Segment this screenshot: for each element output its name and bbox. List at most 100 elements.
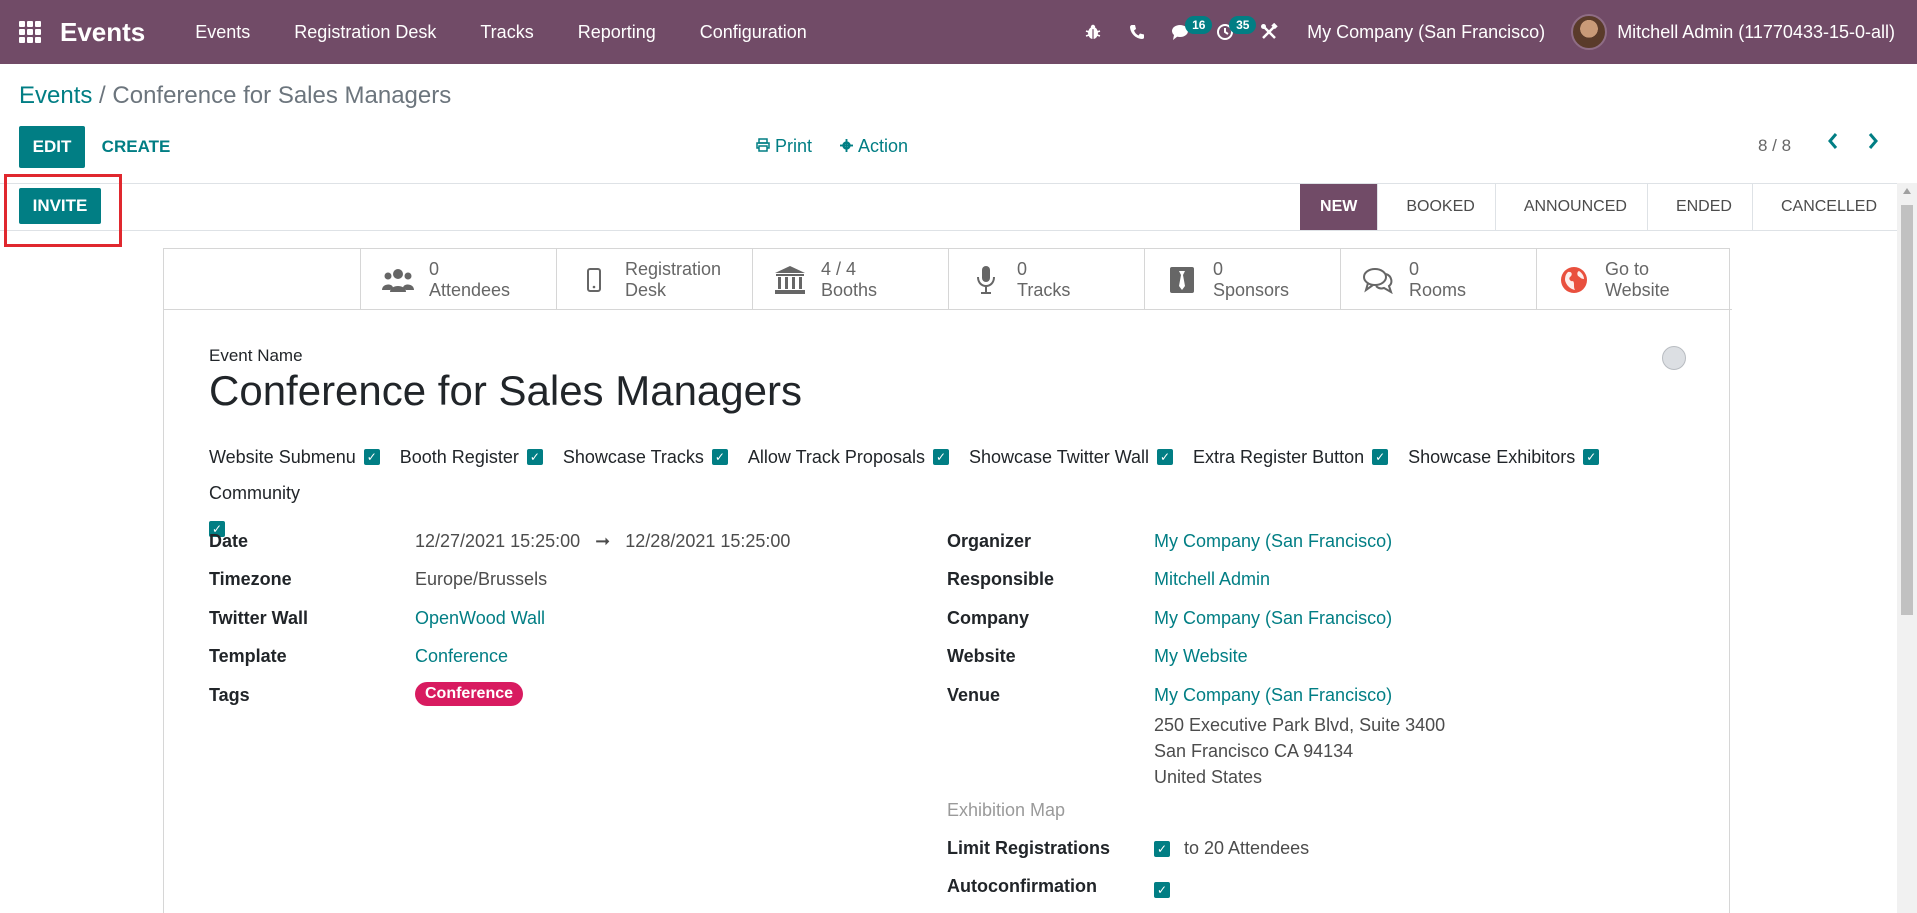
edit-button[interactable]: EDIT — [19, 126, 85, 168]
go-to-website-line1: Go to — [1605, 258, 1650, 279]
top-navbar: Events Events Registration Desk Tracks R… — [0, 0, 1917, 64]
checkbox-community[interactable]: Community — [209, 482, 300, 504]
sponsors-count: 0 — [1213, 258, 1224, 279]
apps-menu-icon[interactable] — [0, 0, 60, 64]
date-end: 12/28/2021 15:25:00 — [625, 531, 791, 551]
print-menu[interactable]: Print — [756, 136, 812, 157]
checkbox-checked-icon[interactable]: ✓ — [1154, 840, 1170, 857]
user-menu[interactable]: Mitchell Admin (11770433-15-0-all) — [1571, 14, 1917, 50]
checkbox-label: Showcase Exhibitors — [1408, 446, 1576, 467]
menu-tracks[interactable]: Tracks — [458, 0, 555, 64]
checkbox-checked-icon[interactable]: ✓ — [363, 449, 380, 465]
checkbox-label: Community — [209, 482, 301, 503]
checkbox-showcase-twitter-wall[interactable]: Showcase Twitter Wall ✓ — [968, 446, 1174, 468]
tracks-count: 0 — [1017, 258, 1028, 279]
autoconfirmation-label: Autoconfirmation — [947, 876, 1097, 896]
attendees-button[interactable]: 0 Attendees — [360, 249, 556, 310]
tag-badge[interactable]: Conference — [415, 682, 524, 706]
bank-icon — [773, 263, 807, 297]
pager-previous-icon[interactable] — [1826, 130, 1840, 158]
breadcrumb: Events / Conference for Sales Managers — [19, 82, 451, 110]
create-button[interactable]: CREATE — [96, 126, 176, 168]
venue-link[interactable]: My Company (San Francisco) — [1154, 685, 1392, 706]
date-start: 12/27/2021 15:25:00 — [415, 531, 581, 551]
menu-reporting[interactable]: Reporting — [556, 0, 678, 64]
bug-icon[interactable] — [1071, 0, 1115, 64]
attendees-label: Attendees — [429, 279, 511, 300]
go-to-website-button[interactable]: Go to Website — [1536, 249, 1732, 310]
smart-button-box: 0 Attendees Registration Desk 4 / 4 Booths … — [360, 249, 1732, 310]
chat-icon[interactable]: 16 — [1159, 0, 1213, 64]
checkbox-checked-icon[interactable]: ✓ — [1157, 449, 1174, 465]
event-name-title[interactable]: Conference for Sales Managers — [209, 367, 802, 415]
rooms-label: Rooms — [1409, 279, 1467, 300]
scroll-up-arrow-icon[interactable] — [1903, 188, 1911, 194]
organizer-label: Organizer — [947, 531, 1032, 551]
sponsor-icon — [1165, 263, 1199, 297]
menu-events[interactable]: Events — [173, 0, 272, 64]
date-field[interactable]: 12/27/2021 15:25:00 ➞ 12/28/2021 15:25:0… — [415, 531, 790, 552]
event-name-label: Event Name — [209, 346, 303, 365]
menu-registration-desk[interactable]: Registration Desk — [272, 0, 458, 64]
template-link[interactable]: Conference — [415, 646, 508, 667]
stage-cancelled[interactable]: CANCELLED — [1751, 184, 1897, 230]
registration-desk-button[interactable]: Registration Desk — [556, 249, 752, 310]
tracks-button[interactable]: 0 Tracks — [948, 249, 1144, 310]
checkbox-checked-icon[interactable]: ✓ — [932, 449, 949, 465]
company-switcher[interactable]: My Company (San Francisco) — [1291, 22, 1571, 43]
autoconfirmation-field[interactable]: ✓ — [1154, 878, 1170, 899]
stage-ended[interactable]: ENDED — [1646, 184, 1752, 230]
scrollbar-thumb[interactable] — [1901, 205, 1913, 615]
checkbox-checked-icon[interactable]: ✓ — [1154, 882, 1170, 898]
checkbox-extra-register-button[interactable]: Extra Register Button ✓ — [1193, 446, 1389, 468]
checkbox-booth-register[interactable]: Booth Register ✓ — [400, 446, 543, 468]
limit-registrations-label: Limit Registrations — [947, 838, 1111, 858]
breadcrumb-events-link[interactable]: Events — [19, 82, 92, 109]
arrow-right-icon: ➞ — [595, 531, 611, 551]
scrollbar[interactable] — [1897, 183, 1917, 913]
kanban-state-indicator[interactable] — [1662, 346, 1686, 370]
user-name: Mitchell Admin (11770433-15-0-all) — [1617, 21, 1895, 42]
limit-registrations-field[interactable]: ✓ to 20 Attendees — [1154, 838, 1309, 859]
twitter-wall-label: Twitter Wall — [209, 608, 308, 628]
venue-address-line1: 250 Executive Park Blvd, Suite 3400 — [1154, 715, 1446, 735]
checkbox-checked-icon[interactable]: ✓ — [711, 449, 728, 465]
checkbox-checked-icon[interactable]: ✓ — [526, 449, 543, 465]
tags-field[interactable]: Conference — [415, 682, 524, 706]
checkbox-website-submenu[interactable]: Website Submenu ✓ — [209, 446, 380, 468]
activity-clock-icon[interactable]: 35 — [1203, 0, 1257, 64]
organizer-link[interactable]: My Company (San Francisco) — [1154, 531, 1392, 552]
timezone-label: Timezone — [209, 569, 292, 589]
stage-booked[interactable]: BOOKED — [1377, 184, 1494, 230]
checkbox-showcase-tracks[interactable]: Showcase Tracks ✓ — [563, 446, 728, 468]
stage-new[interactable]: NEW — [1300, 184, 1378, 230]
globe-icon — [1557, 263, 1591, 297]
website-link[interactable]: My Website — [1154, 646, 1248, 667]
form-sheet: 0 Attendees Registration Desk 4 / 4 Booths … — [163, 248, 1732, 913]
app-brand[interactable]: Events — [60, 17, 145, 48]
twitter-wall-link[interactable]: OpenWood Wall — [415, 608, 545, 629]
booths-button[interactable]: 4 / 4 Booths — [752, 249, 948, 310]
rooms-button[interactable]: 0 Rooms — [1340, 249, 1536, 310]
checkbox-allow-track-proposals[interactable]: Allow Track Proposals ✓ — [748, 446, 949, 468]
company-label: Company — [947, 608, 1030, 628]
company-link[interactable]: My Company (San Francisco) — [1154, 608, 1392, 629]
timezone-value[interactable]: Europe/Brussels — [415, 569, 547, 590]
checkbox-checked-icon[interactable]: ✓ — [1372, 449, 1389, 465]
responsible-link[interactable]: Mitchell Admin — [1154, 569, 1270, 590]
checkbox-label: Website Submenu — [209, 446, 356, 467]
stage-pipeline: NEW BOOKED ANNOUNCED ENDED CANCELLED — [1300, 184, 1897, 230]
sponsors-button[interactable]: 0 Sponsors — [1144, 249, 1340, 310]
checkbox-checked-icon[interactable]: ✓ — [1583, 449, 1600, 465]
pager-value[interactable]: 8 / 8 — [1758, 136, 1791, 156]
menu-configuration[interactable]: Configuration — [678, 0, 829, 64]
action-menu[interactable]: Action — [840, 136, 908, 157]
tools-icon[interactable] — [1247, 0, 1291, 64]
phone-icon[interactable] — [1115, 0, 1159, 64]
booths-label: Booths — [821, 279, 878, 300]
checkbox-label: Showcase Twitter Wall — [968, 446, 1150, 467]
stage-announced[interactable]: ANNOUNCED — [1494, 184, 1647, 230]
pager-next-icon[interactable] — [1866, 130, 1880, 158]
checkbox-showcase-exhibitors[interactable]: Showcase Exhibitors ✓ — [1408, 446, 1600, 468]
invite-highlight-box — [4, 174, 122, 247]
